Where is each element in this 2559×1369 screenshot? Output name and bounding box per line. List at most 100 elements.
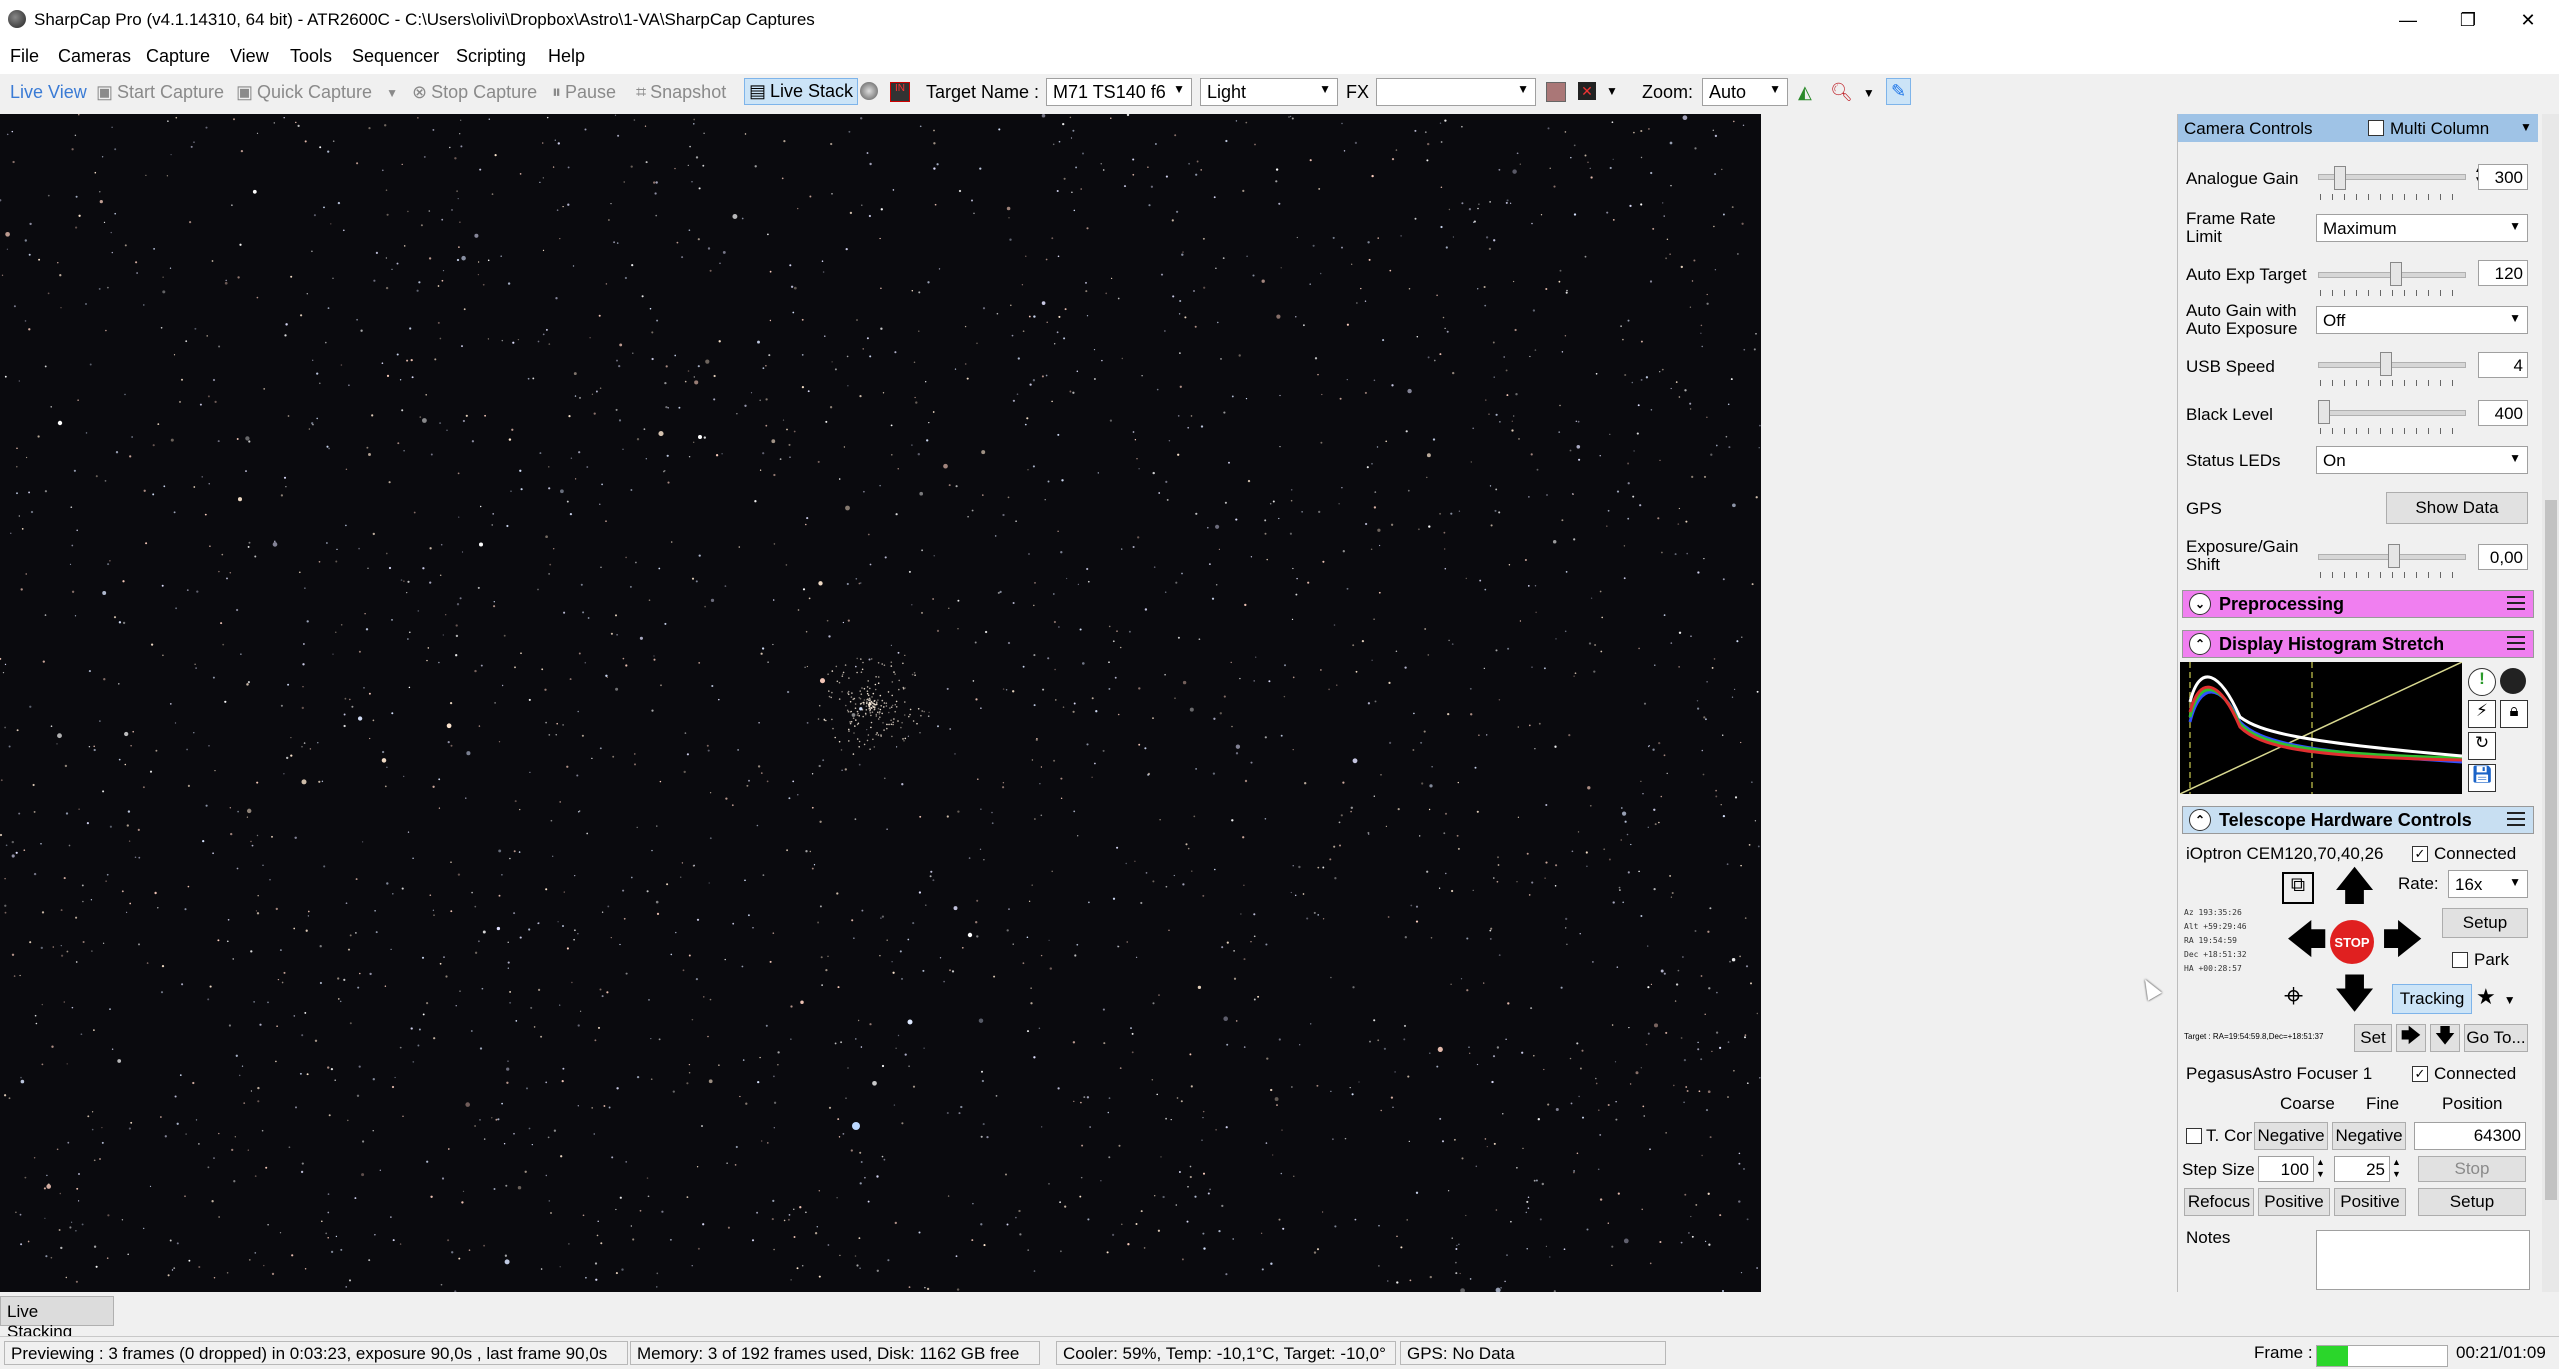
auto-exp-target-value[interactable]: 120 bbox=[2478, 260, 2528, 286]
auto-gain-combo[interactable]: Off ▼ bbox=[2316, 306, 2528, 334]
status-leds-combo[interactable]: On ▼ bbox=[2316, 446, 2528, 474]
analogue-gain-value[interactable]: 300 bbox=[2478, 164, 2528, 190]
maximize-button[interactable]: ❐ bbox=[2438, 0, 2498, 40]
show-data-button[interactable]: Show Data bbox=[2386, 492, 2528, 524]
snapshot-button[interactable]: ⌗ Snapshot bbox=[636, 82, 726, 103]
arrow-down-icon[interactable]: 🡇 bbox=[2334, 974, 2375, 1014]
magnifier-icon[interactable]: 🔍︎ ▼ bbox=[1830, 82, 1875, 103]
auto-exp-target-thumb[interactable] bbox=[2390, 262, 2402, 286]
focuser-setup-button[interactable]: Setup bbox=[2418, 1188, 2526, 1216]
menu-icon[interactable] bbox=[2507, 812, 2525, 826]
stop-button[interactable]: STOP bbox=[2330, 920, 2374, 964]
live-stacking-tab[interactable]: Live Stacking bbox=[0, 1296, 114, 1341]
tools-icon[interactable]: ✎ bbox=[1886, 78, 1912, 105]
focuser-stop-button[interactable]: Stop bbox=[2418, 1156, 2526, 1182]
crosshair-icon[interactable]: ⌖ bbox=[2284, 978, 2303, 1014]
menu-scripting[interactable]: Scripting bbox=[456, 46, 526, 67]
frame-rate-combo[interactable]: Maximum ▼ bbox=[2316, 214, 2528, 242]
stop-capture-button[interactable]: ⊗ Stop Capture bbox=[412, 82, 537, 103]
reset-icon[interactable]: ↻ bbox=[2468, 732, 2496, 760]
temp-comp-checkbox[interactable] bbox=[2186, 1128, 2202, 1144]
rate-combo[interactable]: 16x ▼ bbox=[2448, 870, 2528, 898]
multi-column-checkbox[interactable] bbox=[2368, 120, 2384, 136]
scrollbar-thumb[interactable] bbox=[2545, 500, 2557, 1200]
menu-capture[interactable]: Capture bbox=[146, 46, 210, 67]
fine-step-value[interactable]: 25 bbox=[2334, 1156, 2390, 1182]
fine-step-spinner[interactable]: ▲ ▼ bbox=[2392, 1156, 2401, 1180]
preprocessing-section-header[interactable]: ⌄ Preprocessing bbox=[2182, 590, 2534, 618]
mount-connected-checkbox[interactable]: ✓ bbox=[2412, 846, 2428, 862]
dark-frame-icon[interactable] bbox=[860, 82, 878, 100]
slider-ticks bbox=[2320, 290, 2464, 296]
black-level-thumb[interactable] bbox=[2318, 400, 2330, 424]
chevron-down-icon: ▼ bbox=[1862, 85, 1875, 100]
histogram-section-header[interactable]: ⌃ Display Histogram Stretch bbox=[2182, 630, 2534, 658]
frame-type-combo[interactable]: Light ▼ bbox=[1200, 78, 1338, 106]
focuser-connected-checkbox[interactable]: ✓ bbox=[2412, 1066, 2428, 1082]
arrow-left-icon[interactable]: 🡄 bbox=[2286, 920, 2327, 960]
menu-icon[interactable] bbox=[2507, 636, 2525, 650]
black-level-slider[interactable] bbox=[2318, 410, 2466, 416]
exposure-gain-shift-value[interactable]: 0,00 bbox=[2478, 544, 2528, 570]
contrast-icon[interactable] bbox=[2500, 668, 2526, 694]
live-stack-button[interactable]: ▤ Live Stack bbox=[744, 78, 859, 105]
telescope-section-header[interactable]: ⌃ Telescope Hardware Controls bbox=[2182, 806, 2534, 834]
menu-cameras[interactable]: Cameras bbox=[58, 46, 131, 67]
stack-icon: ▤ bbox=[749, 81, 767, 101]
menu-file[interactable]: File bbox=[10, 46, 39, 67]
fx-combo[interactable]: ▼ bbox=[1376, 78, 1536, 106]
analogue-gain-thumb[interactable] bbox=[2334, 166, 2346, 190]
coarse-step-value[interactable]: 100 bbox=[2258, 1156, 2314, 1182]
exposure-gain-shift-thumb[interactable] bbox=[2388, 544, 2400, 568]
target-name-combo[interactable]: M71 TS140 f6 ▼ bbox=[1046, 78, 1192, 106]
usb-speed-slider[interactable] bbox=[2318, 362, 2466, 368]
menu-icon[interactable] bbox=[2507, 596, 2525, 610]
panel-dropdown-icon[interactable]: ▼ bbox=[2520, 120, 2532, 134]
slider-ticks bbox=[2320, 572, 2464, 578]
goto-button[interactable]: Go To... bbox=[2464, 1024, 2528, 1052]
auto-stretch-icon[interactable]: ! bbox=[2468, 668, 2496, 696]
histogram-icon[interactable]: ◭ bbox=[1798, 82, 1812, 103]
arrow-down-icon[interactable]: 🡇 bbox=[2430, 1024, 2460, 1052]
menu-tools[interactable]: Tools bbox=[290, 46, 332, 67]
record-icon[interactable]: IN bbox=[890, 82, 910, 102]
arrow-right-icon[interactable]: 🡆 bbox=[2382, 920, 2423, 960]
position-value[interactable]: 64300 bbox=[2414, 1122, 2526, 1150]
pause-button[interactable]: ⏸ Pause bbox=[552, 82, 616, 103]
minimize-button[interactable]: — bbox=[2378, 0, 2438, 40]
mount-setup-button[interactable]: Setup bbox=[2442, 908, 2528, 938]
usb-speed-thumb[interactable] bbox=[2380, 352, 2392, 376]
menu-view[interactable]: View bbox=[230, 46, 269, 67]
close-button[interactable]: ✕ bbox=[2498, 0, 2558, 40]
coarse-negative-button[interactable]: Negative bbox=[2254, 1122, 2328, 1150]
notes-textarea[interactable] bbox=[2316, 1230, 2530, 1290]
histogram-display[interactable] bbox=[2179, 661, 2463, 795]
refocus-button[interactable]: Refocus bbox=[2184, 1188, 2254, 1216]
coarse-positive-button[interactable]: Positive bbox=[2258, 1188, 2330, 1216]
park-checkbox[interactable] bbox=[2452, 952, 2468, 968]
live-view-button[interactable]: Live View bbox=[10, 82, 87, 103]
menu-sequencer[interactable]: Sequencer bbox=[352, 46, 439, 67]
focus-assist-icon[interactable]: ✕ ▼ bbox=[1578, 82, 1618, 100]
fine-negative-button[interactable]: Negative bbox=[2332, 1122, 2406, 1150]
tracking-mode-icon[interactable]: ★ ▼ bbox=[2476, 984, 2526, 1014]
lightning-icon[interactable]: ⚡︎ bbox=[2468, 700, 2496, 728]
set-button[interactable]: Set bbox=[2354, 1024, 2392, 1052]
fine-positive-button[interactable]: Positive bbox=[2334, 1188, 2406, 1216]
arrow-right-icon[interactable]: 🡆 bbox=[2396, 1024, 2426, 1052]
black-level-value[interactable]: 400 bbox=[2478, 400, 2528, 426]
lock-icon[interactable]: 🔒︎ bbox=[2500, 700, 2528, 728]
quick-capture-button[interactable]: ▣ Quick Capture ▼ bbox=[236, 82, 398, 103]
spiral-search-icon[interactable]: ⧉ bbox=[2282, 872, 2314, 904]
coarse-step-spinner[interactable]: ▲ ▼ bbox=[2316, 1156, 2325, 1180]
start-capture-button[interactable]: ▣ Start Capture bbox=[96, 82, 224, 103]
usb-speed-value[interactable]: 4 bbox=[2478, 352, 2528, 378]
save-icon[interactable]: 💾︎ bbox=[2468, 764, 2496, 792]
menu-help[interactable]: Help bbox=[548, 46, 585, 67]
zoom-combo[interactable]: Auto ▼ bbox=[1702, 78, 1788, 106]
tracking-button[interactable]: Tracking bbox=[2392, 984, 2472, 1014]
panel-scrollbar[interactable] bbox=[2542, 114, 2559, 1292]
arrow-up-icon[interactable]: 🡅 bbox=[2334, 866, 2375, 906]
reticle-icon[interactable] bbox=[1546, 82, 1566, 102]
live-image[interactable] bbox=[0, 114, 1761, 1292]
